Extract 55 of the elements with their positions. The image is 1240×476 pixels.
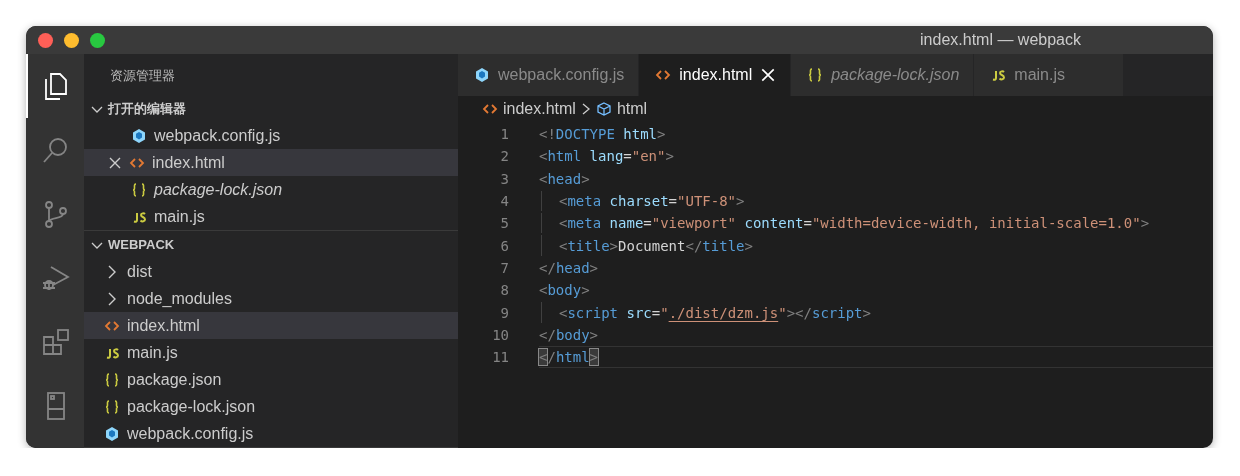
breadcrumb-item[interactable]: index.html	[503, 100, 576, 118]
curly-braces-icon	[104, 398, 120, 415]
line-number: 1	[499, 126, 509, 143]
close-icon[interactable]	[108, 155, 122, 170]
window-control[interactable]	[64, 32, 79, 48]
chevron-right-icon	[580, 102, 591, 116]
line-number: 4	[499, 193, 509, 210]
curly-braces-icon	[807, 67, 824, 83]
file-row[interactable]: main.js	[84, 203, 458, 230]
window-control[interactable]	[90, 32, 105, 48]
js-icon	[990, 67, 1007, 83]
line-number: 10	[491, 326, 509, 343]
code-line: <body>	[539, 281, 591, 301]
code-line: <head>	[539, 169, 591, 189]
code-line: </body>	[539, 325, 600, 345]
cube-icon	[131, 127, 147, 144]
line-number: 6	[499, 237, 509, 254]
breadcrumb-item[interactable]: html	[616, 100, 648, 118]
line-number: 9	[499, 304, 509, 321]
file-row[interactable]: index.html	[84, 149, 458, 176]
cube-icon	[104, 425, 120, 442]
file-row[interactable]: webpack.config.js	[84, 122, 458, 149]
window-control[interactable]	[38, 32, 53, 48]
close-icon[interactable]	[760, 67, 777, 83]
curly-braces-icon	[131, 181, 147, 198]
cube-icon	[595, 101, 612, 117]
curly-braces-icon	[104, 371, 120, 388]
editor-tab[interactable]: package-lock.json	[791, 54, 975, 96]
editor-tab[interactable]: main.js	[974, 54, 1125, 96]
section-header[interactable]: 打开的编辑器	[84, 95, 458, 122]
code-line: <html lang="en">	[539, 147, 675, 167]
blocks-icon[interactable]	[41, 327, 71, 357]
window-title: index.html — webpack	[920, 31, 1081, 49]
editor-tab[interactable]: webpack.config.js	[458, 54, 640, 96]
code-line: </head>	[539, 258, 600, 278]
file-row[interactable]: main.js	[84, 339, 458, 366]
file-row[interactable]: node_modules	[84, 285, 458, 312]
play-bug-icon[interactable]	[41, 263, 71, 293]
sidebar-title: 资源管理器	[109, 67, 175, 85]
file-row[interactable]: package.json	[84, 366, 458, 393]
line-number: 3	[499, 170, 509, 187]
line-number: 5	[499, 215, 509, 232]
file-row[interactable]: dist	[84, 258, 458, 285]
section-header[interactable]: WEBPACK	[84, 231, 458, 258]
line-number: 8	[499, 282, 509, 299]
file-row[interactable]: webpack.config.js	[84, 420, 458, 447]
line-number: 7	[499, 259, 509, 276]
file-row[interactable]: package-lock.json	[84, 176, 458, 203]
code-line: <!DOCTYPE html>	[539, 125, 667, 145]
line-number: 2	[499, 148, 509, 165]
editor-tab[interactable]: index.html	[639, 54, 792, 96]
file-row[interactable]: index.html	[84, 312, 458, 339]
line-number: 11	[491, 349, 509, 366]
file-row[interactable]: package-lock.json	[84, 393, 458, 420]
cube-icon	[474, 67, 490, 83]
